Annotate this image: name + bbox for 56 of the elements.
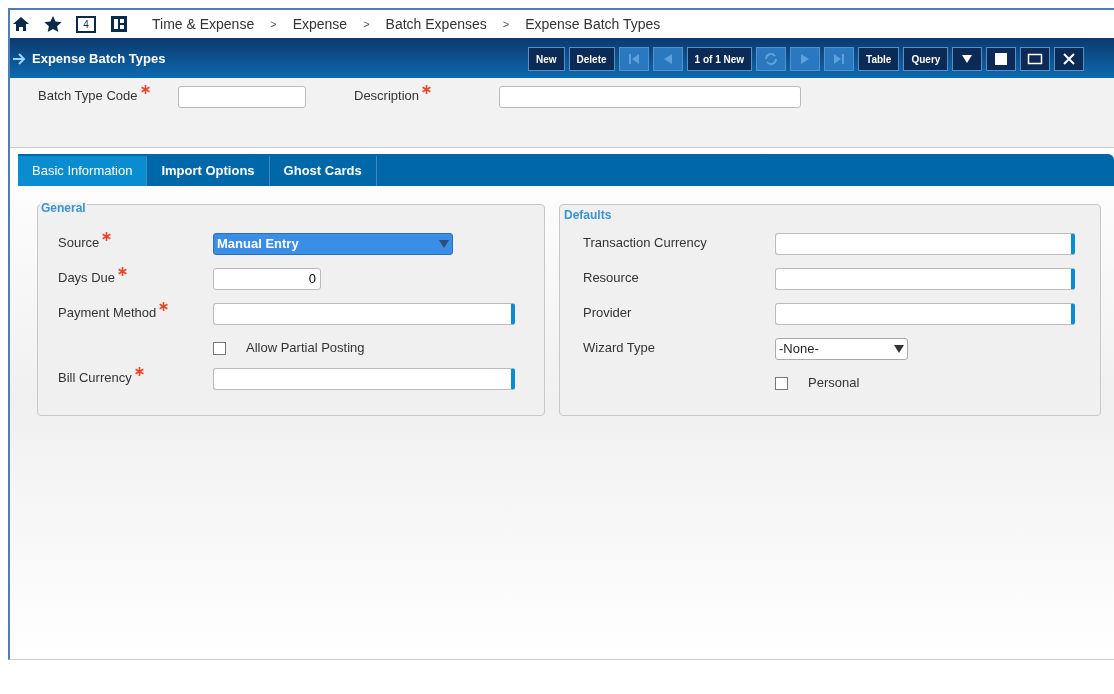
toolbar-button[interactable]: Table [858,47,900,71]
breadcrumb-separator: > [270,16,277,32]
checkbox-label: Allow Partial Posting [246,339,365,357]
lookup-field[interactable] [213,368,515,390]
section-title: General [40,202,87,214]
text-field[interactable] [178,86,306,108]
field-label: Days Due [58,269,116,287]
layout-icon[interactable] [110,15,128,33]
breadcrumb-link[interactable]: Batch Expenses [385,13,487,35]
restore-button[interactable] [1020,47,1051,71]
lookup-field[interactable] [775,268,1075,290]
tab[interactable]: Basic Information [18,156,148,186]
rectangle-icon [1027,51,1044,67]
field-label: Wizard Type [583,339,655,357]
caret-icon [894,345,904,353]
close-icon [1061,51,1078,67]
section-title: Defaults [564,209,612,221]
field-label: Transaction Currency [583,234,707,252]
maximize-button[interactable] [986,47,1017,71]
count-badge[interactable]: 4 [76,15,96,33]
breadcrumb-separator: > [502,16,510,32]
field-label: Batch Type Code [38,87,138,105]
toolbar-button[interactable]: Query [903,47,949,71]
star-icon[interactable] [44,16,62,32]
square-icon [993,51,1010,67]
caret-icon [439,240,449,248]
close-button[interactable] [1054,47,1085,71]
tab[interactable]: Ghost Cards [269,156,377,186]
toolbar-button[interactable]: 1 of 1 New [686,47,753,71]
home-icon[interactable] [12,16,30,32]
tab[interactable]: Import Options [147,156,270,186]
lookup-field[interactable] [213,303,515,325]
lookup-field[interactable] [775,303,1075,325]
dropdown[interactable]: -None- [775,338,908,360]
breadcrumb-link[interactable]: Expense Batch Types [525,13,661,35]
checkbox[interactable] [775,377,788,390]
lookup-field[interactable] [775,233,1075,255]
field-label: Source [58,234,100,252]
page-title: Expense Batch Types [32,50,167,69]
field-label: Payment Method [58,304,157,322]
breadcrumb-link[interactable]: Time & Expense [152,13,255,35]
breadcrumb-link[interactable]: Expense [292,13,348,35]
field-label: Bill Currency [58,369,132,387]
toolbar-button[interactable]: New [528,47,565,71]
field-label: Provider [583,304,632,322]
dropdown-button[interactable] [952,47,983,71]
arrow-icon [12,52,26,66]
field-label: Resource [583,269,639,287]
checkbox[interactable] [213,342,226,355]
number-field[interactable]: 0 [213,268,321,290]
text-field[interactable] [499,86,801,108]
breadcrumb-separator: > [363,16,370,32]
checkbox-label: Personal [808,374,860,392]
toolbar-button[interactable]: Delete [568,47,615,71]
field-label: Description [354,87,420,105]
refresh-icon [763,51,780,67]
